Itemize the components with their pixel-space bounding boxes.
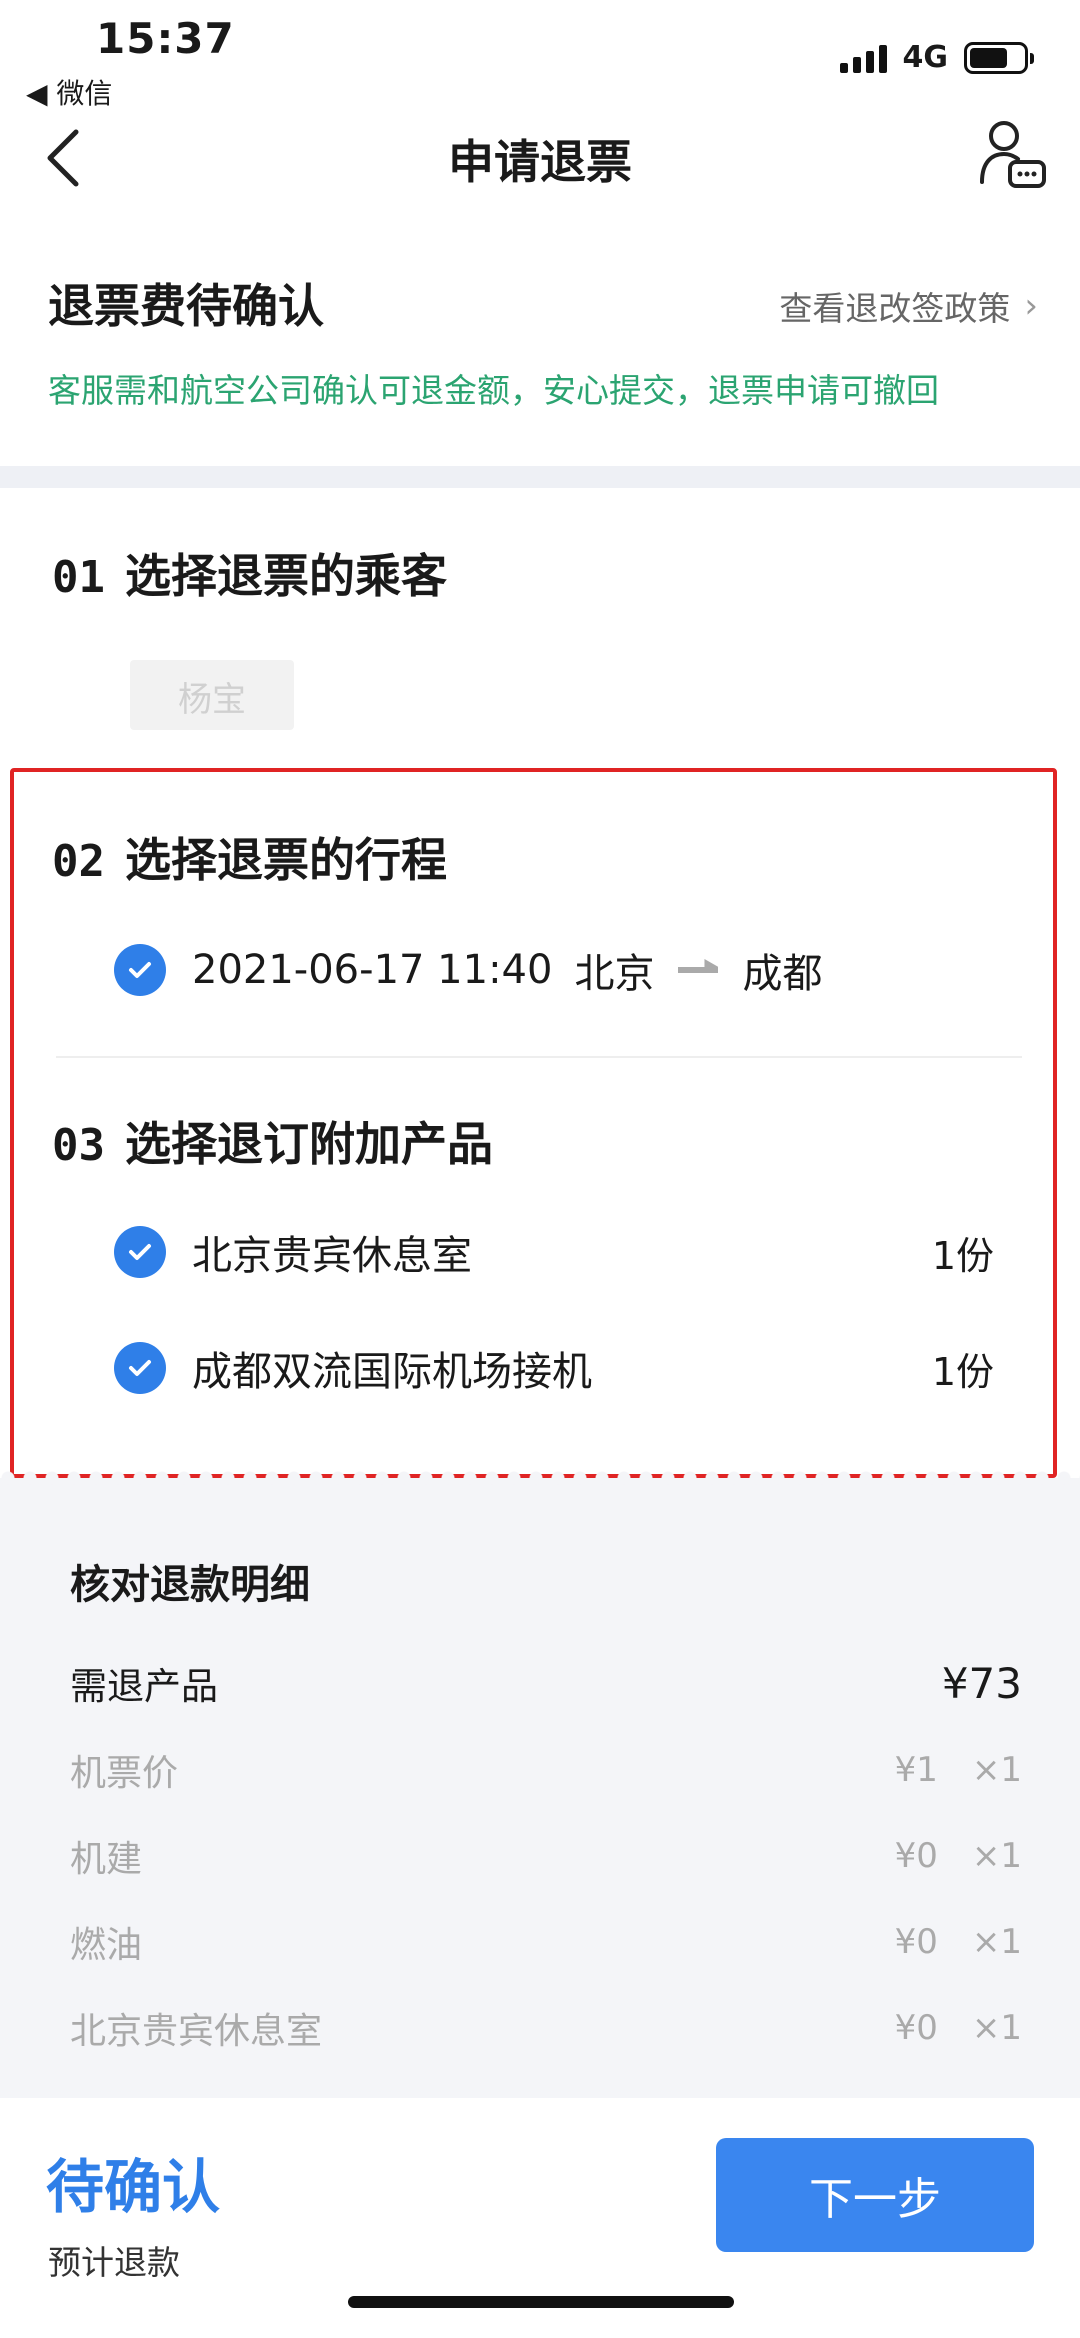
detail-row: 机票价 ¥1 ×1 [70,1744,1022,1796]
detail-amount: ¥0 [894,1922,938,1962]
detail-row: 北京贵宾休息室 ¥0 ×1 [70,2002,1022,2054]
trip-to: 成都 [742,951,823,997]
section-title-text: 选择退票的乘客 [124,549,447,603]
addon-name: 北京贵宾休息室 [192,1233,472,1279]
page-title: 申请退票 [448,135,632,189]
section-select-addons: 03 选择退订附加产品 [52,1108,493,1174]
detail-row-total: 需退产品 ¥73 [70,1656,1022,1710]
status-bar: 15:37 ◀ 微信 4G [0,0,1080,110]
trip-option[interactable]: 2021-06-17 11:40 北京 成都 [114,940,994,1000]
detail-qty: ×1 [971,1750,1022,1790]
check-circle-icon[interactable] [114,1226,166,1278]
refund-pending-status: 待确认 [46,2153,221,2221]
refund-notice-text: 客服需和航空公司确认可退金额，安心提交，退票申请可撤回 [48,371,939,410]
arrow-right-icon [678,967,719,973]
trip-datetime: 2021-06-17 11:40 [192,947,553,993]
detail-label: 需退产品 [70,1665,218,1708]
policy-link-label: 查看退改签政策 [779,289,1011,328]
section-title-text: 选择退票的行程 [124,833,447,887]
addon-option[interactable]: 成都双流国际机场接机 1份 [114,1338,994,1398]
refund-application-page: 15:37 ◀ 微信 4G 申请退票 退票费待确认 查看退改签政策 › 客服需和… [0,0,1080,2338]
customer-service-icon [980,121,1046,188]
detail-amount: ¥73 [941,1658,1022,1708]
detail-qty: ×1 [971,1922,1022,1962]
refund-fee-status-title: 退票费待确认 [48,279,324,333]
detail-row: 燃油 ¥0 ×1 [70,1916,1022,1968]
detail-row: 机建 ¥0 ×1 [70,1830,1022,1882]
chevron-right-icon: › [1024,286,1038,326]
section-select-passenger: 01 选择退票的乘客 [52,540,447,606]
check-circle-icon[interactable] [114,944,166,996]
addon-option[interactable]: 北京贵宾休息室 1份 [114,1222,994,1282]
home-indicator[interactable] [348,2296,734,2308]
addon-quantity: 1份 [931,1233,994,1278]
estimated-refund-label: 预计退款 [48,2243,180,2282]
signal-icon [839,43,887,73]
detail-qty: ×1 [971,2008,1022,2048]
trip-from: 北京 [574,951,655,997]
navigation-bar: 申请退票 [0,110,1080,206]
detail-label: 北京贵宾休息室 [70,2011,323,2052]
passenger-name: 杨宝 [178,680,246,720]
section-separator [0,466,1080,488]
battery-icon [964,41,1034,74]
refund-detail-title: 核对退款明细 [70,1562,310,1608]
section-select-trip: 02 选择退票的行程 [52,824,447,890]
detail-label: 机建 [70,1839,143,1880]
section-number: 02 [52,836,105,887]
refund-fee-header: 退票费待确认 查看退改签政策 › 客服需和航空公司确认可退金额，安心提交，退票申… [0,252,1080,462]
section-number: 01 [52,552,105,603]
detail-amount: ¥0 [894,2008,938,2048]
section-title-text: 选择退订附加产品 [124,1117,493,1171]
detail-amount: ¥0 [894,1836,938,1876]
back-to-wechat-link[interactable]: ◀ 微信 [26,72,112,112]
check-circle-icon[interactable] [114,1342,166,1394]
addon-quantity: 1份 [931,1349,994,1394]
trip-info: 2021-06-17 11:40 北京 成都 [192,941,822,999]
status-time: 15:37 [96,14,235,63]
next-step-button[interactable]: 下一步 [716,2138,1034,2252]
detail-label: 燃油 [70,1925,143,1966]
passenger-chip[interactable]: 杨宝 [130,660,294,730]
detail-qty: ×1 [971,1836,1022,1876]
detail-label: 机票价 [70,1753,179,1794]
customer-service-button[interactable] [976,116,1050,196]
detail-amount: ¥1 [894,1750,938,1790]
addon-name: 成都双流国际机场接机 [192,1349,592,1395]
divider [56,1056,1022,1058]
view-refund-policy-link[interactable]: 查看退改签政策 › [779,282,1038,330]
section-number: 03 [52,1120,105,1171]
status-indicators: 4G [839,40,1034,75]
network-type: 4G [902,40,949,75]
refund-detail-panel: 核对退款明细 需退产品 ¥73 机票价 ¥1 ×1 机建 ¥0 ×1 燃油 ¥0 ×1… [0,1470,1080,2098]
